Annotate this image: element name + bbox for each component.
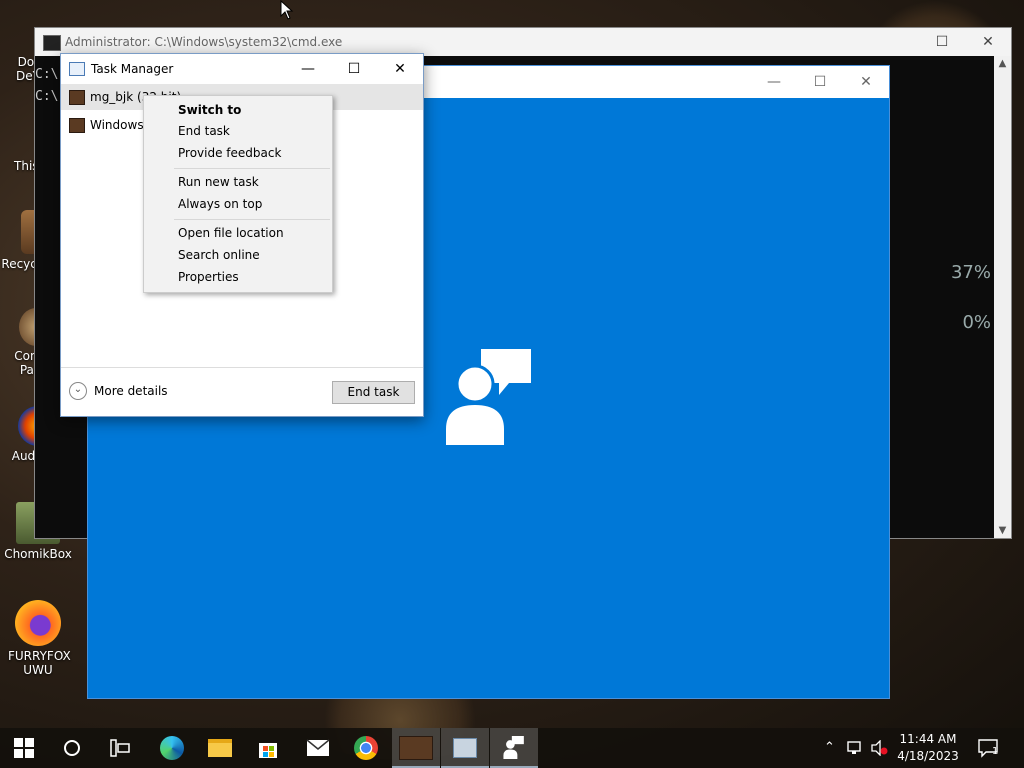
mail-button[interactable] <box>294 728 342 768</box>
edge-button[interactable] <box>148 728 196 768</box>
task-manager-footer: ⌄ More details End task <box>61 367 423 416</box>
chevron-up-icon[interactable]: ⌃ <box>824 740 835 755</box>
app-icon <box>69 118 85 133</box>
gauge-percent: 37% <box>950 262 991 283</box>
menu-separator <box>174 219 330 220</box>
cmd-icon <box>43 35 61 51</box>
end-task-button[interactable]: End task <box>332 381 415 404</box>
feedback-close-button[interactable]: ✕ <box>843 66 889 98</box>
task-manager-icon <box>453 738 477 758</box>
task-view-button[interactable] <box>96 728 144 768</box>
file-explorer-button[interactable] <box>196 728 244 768</box>
menu-item-open-file-location[interactable]: Open file location <box>178 226 284 240</box>
task-manager-taskbar-button[interactable] <box>441 728 489 768</box>
windows-logo-icon <box>14 738 34 758</box>
cmd-line: C:\ <box>35 67 59 82</box>
task-manager-icon <box>69 62 85 76</box>
app-icon <box>69 90 85 105</box>
start-button[interactable] <box>0 728 48 768</box>
notification-count: 1 <box>992 746 999 757</box>
folder-icon <box>208 739 232 757</box>
cmd-scrollbar[interactable]: ▲ ▼ <box>994 56 1011 538</box>
feedback-maximize-button[interactable]: ☐ <box>797 66 843 98</box>
volume-muted-icon[interactable] <box>870 740 888 756</box>
cmd-titlebar[interactable]: Administrator: C:\Windows\system32\cmd.e… <box>35 28 1011 56</box>
clock-date: 4/18/2023 <box>897 749 959 763</box>
close-button[interactable]: ✕ <box>377 54 423 84</box>
search-circle-icon <box>64 740 80 756</box>
taskbar: ⌃ 11:44 AM 4/18/2023 1 <box>0 728 1024 768</box>
search-button[interactable] <box>48 728 96 768</box>
gauge-percent: 0% <box>962 312 991 333</box>
more-details-label: More details <box>94 384 168 398</box>
network-icon[interactable] <box>847 740 865 756</box>
desktop-icon-furryfox[interactable]: FURRYFOX UWU <box>0 600 76 677</box>
chevron-down-icon: ⌄ <box>69 382 87 400</box>
clock[interactable]: 11:44 AM 4/18/2023 <box>894 731 962 765</box>
cmd-output: C:\ C:\ <box>35 64 58 108</box>
mail-icon <box>306 739 330 756</box>
desktop-icon-label: ChomikBox <box>4 547 72 561</box>
firefox-icon <box>15 600 61 646</box>
scroll-up-icon[interactable]: ▲ <box>994 58 1011 69</box>
cmd-close-button[interactable]: ✕ <box>965 28 1011 56</box>
menu-item-run-new-task[interactable]: Run new task <box>178 175 259 189</box>
feedback-hub-icon <box>503 736 524 760</box>
cmd-maximize-button[interactable]: ☐ <box>919 28 965 56</box>
scroll-down-icon[interactable]: ▼ <box>994 525 1011 536</box>
task-view-icon <box>110 739 130 757</box>
menu-item-properties[interactable]: Properties <box>178 270 239 284</box>
minimize-button[interactable]: — <box>285 54 331 84</box>
chrome-icon <box>354 736 378 760</box>
edge-icon <box>160 736 184 760</box>
context-menu: Switch to End task Provide feedback Run … <box>143 95 333 293</box>
store-icon <box>259 743 277 758</box>
maximize-button[interactable]: ☐ <box>331 54 377 84</box>
menu-separator <box>174 168 330 169</box>
menu-item-switch-to[interactable]: Switch to <box>178 103 241 117</box>
mg-bjk-icon <box>399 736 433 760</box>
menu-item-end-task[interactable]: End task <box>178 124 230 138</box>
mouse-pointer-icon <box>280 0 294 20</box>
chrome-button[interactable] <box>342 728 390 768</box>
feedback-hub-logo-icon <box>446 349 531 445</box>
desktop-icon-label: FURRYFOX UWU <box>8 649 71 677</box>
task-manager-titlebar[interactable]: Task Manager — ☐ ✕ <box>61 54 423 84</box>
menu-item-provide-feedback[interactable]: Provide feedback <box>178 146 281 160</box>
menu-item-search-online[interactable]: Search online <box>178 248 260 262</box>
feedback-hub-taskbar-button[interactable] <box>490 728 538 768</box>
menu-item-always-on-top[interactable]: Always on top <box>178 197 262 211</box>
notification-center-button[interactable]: 1 <box>968 728 1008 768</box>
cmd-title: Administrator: C:\Windows\system32\cmd.e… <box>65 35 343 49</box>
feedback-minimize-button[interactable]: — <box>751 66 797 98</box>
task-manager-title: Task Manager <box>91 62 174 76</box>
store-button[interactable] <box>244 728 292 768</box>
clock-time: 11:44 AM <box>899 732 957 746</box>
more-details-toggle[interactable]: ⌄ More details <box>69 382 168 400</box>
cmd-line: C:\ <box>35 89 59 104</box>
mg-bjk-taskbar-button[interactable] <box>392 728 440 768</box>
